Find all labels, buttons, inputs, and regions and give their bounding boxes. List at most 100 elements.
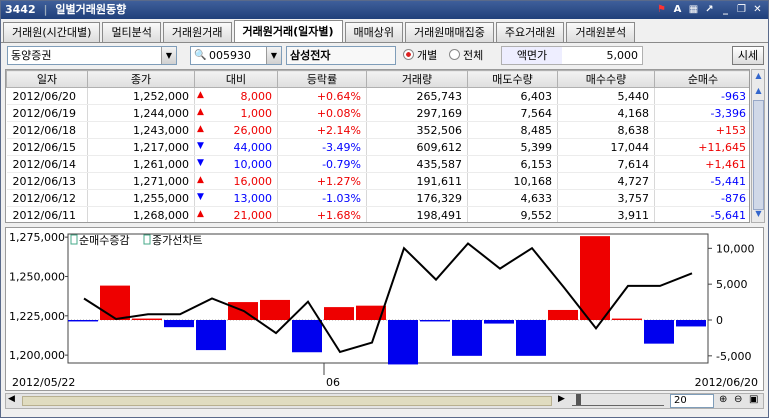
zoom-in-icon[interactable]: ⊕	[719, 394, 727, 405]
legend-swatch-line	[143, 234, 151, 245]
table-row[interactable]: 2012/06/15 1,217,000 ▼ 44,000 -3.49% 609,612 5…	[6, 138, 749, 156]
zoom-fit-icon[interactable]: ▣	[749, 394, 758, 405]
net-buy-bar	[612, 318, 642, 320]
table-row[interactable]: 2012/06/14 1,261,000 ▼ 10,000 -0.79% 435,587 6…	[6, 155, 749, 173]
tab-multi[interactable]: 멀티분석	[102, 22, 161, 42]
cell-volume: 352,506	[366, 121, 468, 139]
chart-svg: 1,275,000 1,250,000 1,225,000 1,200,000 10,0…	[9, 231, 758, 389]
cell-change: ▲ 21,000	[194, 206, 278, 222]
export-icon[interactable]: ▦	[687, 3, 700, 16]
restore-icon[interactable]: ❐	[735, 3, 748, 16]
cell-rate: +2.14%	[277, 121, 367, 139]
down-triangle-icon: ▼	[197, 157, 204, 168]
tab-top[interactable]: 매매상위	[344, 22, 404, 42]
cell-date: 2012/06/11	[6, 206, 88, 222]
table-scrollbar[interactable]: ▲ ▲ ▼	[751, 69, 765, 223]
chevron-down-icon[interactable]: ▼	[266, 47, 281, 64]
link-icon[interactable]: ↗	[703, 3, 716, 16]
stock-code-input[interactable]: 🔍 005930 ▼	[190, 46, 282, 65]
scroll-down-icon[interactable]: ▼	[753, 209, 764, 221]
cell-change: ▲ 8,000	[194, 87, 278, 105]
table-row[interactable]: 2012/06/13 1,271,000 ▲ 16,000 +1.27% 191,611 1…	[6, 172, 749, 190]
close-icon[interactable]: ✕	[751, 3, 764, 16]
cell-rate: -1.03%	[277, 189, 367, 207]
radio-on-icon	[403, 49, 414, 60]
scroll-left-icon[interactable]: ◀	[8, 394, 15, 404]
header-date[interactable]: 일자	[6, 70, 88, 88]
x-month-label: 06	[326, 376, 340, 389]
tab-broker-trade[interactable]: 거래원거래	[162, 22, 232, 42]
tab-broker-daily[interactable]: 거래원거래(일자별)	[233, 20, 343, 42]
cell-buy: 5,440	[557, 87, 655, 105]
net-buy-bar	[580, 236, 610, 320]
right-tick-label: 0	[716, 314, 723, 327]
cell-net: -5,441	[654, 172, 749, 190]
zoom-input[interactable]: 20	[670, 394, 714, 408]
cell-rate: +0.08%	[277, 104, 367, 122]
font-icon[interactable]: A	[671, 3, 684, 16]
table-row[interactable]: 2012/06/18 1,243,000 ▲ 26,000 +2.14% 352,506 8…	[6, 121, 749, 139]
up-triangle-icon: ▲	[197, 208, 204, 219]
scroll-top-icon[interactable]: ▲	[753, 71, 764, 83]
table-row[interactable]: 2012/06/12 1,255,000 ▼ 13,000 -1.03% 176,329 4…	[6, 189, 749, 207]
search-icon[interactable]: 🔍	[194, 47, 206, 64]
market-button[interactable]: 시세	[732, 46, 764, 65]
right-tick-label: 10,000	[716, 242, 755, 255]
cell-volume: 265,743	[366, 87, 468, 105]
face-value-label: 액면가	[502, 47, 562, 64]
cell-change: ▲ 1,000	[194, 104, 278, 122]
broker-select[interactable]: 동양증권 ▼	[7, 46, 177, 65]
right-tick-label: -5,000	[716, 350, 751, 363]
cell-sell: 10,168	[467, 172, 558, 190]
header-net[interactable]: 순매수	[654, 70, 749, 88]
chevron-down-icon[interactable]: ▼	[161, 47, 176, 64]
cell-sell: 6,153	[467, 155, 558, 173]
down-triangle-icon: ▼	[197, 191, 204, 202]
cell-buy: 4,168	[557, 104, 655, 122]
minimize-icon[interactable]: _	[719, 3, 732, 16]
zoom-out-icon[interactable]: ⊖	[734, 394, 742, 405]
cell-date: 2012/06/14	[6, 155, 88, 173]
tab-time[interactable]: 거래원(시간대별)	[3, 22, 101, 42]
stock-name: 삼성전자	[290, 49, 331, 62]
net-buy-bar	[164, 320, 194, 328]
tab-major[interactable]: 주요거래원	[495, 22, 565, 42]
table-row[interactable]: 2012/06/11 1,268,000 ▲ 21,000 +1.68% 198,491 9…	[6, 206, 749, 222]
scroll-track[interactable]	[22, 396, 552, 406]
left-tick-label: 1,275,000	[9, 231, 65, 244]
cell-buy: 3,757	[557, 189, 655, 207]
header-close[interactable]: 종가	[87, 70, 195, 88]
cell-close: 1,252,000	[87, 87, 195, 105]
header-change[interactable]: 대비	[194, 70, 278, 88]
tab-analysis[interactable]: 거래원분석	[566, 22, 636, 42]
scroll-up-icon[interactable]: ▲	[753, 86, 764, 98]
cell-change: ▼ 13,000	[194, 189, 278, 207]
cell-buy: 4,727	[557, 172, 655, 190]
x-start-label: 2012/05/22	[12, 376, 75, 389]
header-sell[interactable]: 매도수량	[467, 70, 558, 88]
header-buy[interactable]: 매수수량	[557, 70, 655, 88]
legend-net-buy: 순매수증감	[79, 234, 130, 247]
net-buy-bar	[676, 320, 706, 327]
radio-all[interactable]: 전체	[449, 48, 483, 63]
chart-scrollbar[interactable]: ◀ ▶ 20 ⊕ ⊖ ▣	[5, 393, 764, 409]
cell-change: ▼ 44,000	[194, 138, 278, 156]
net-buy-bar	[516, 320, 546, 356]
cell-volume: 191,611	[366, 172, 468, 190]
cell-rate: -3.49%	[277, 138, 367, 156]
radio-individual[interactable]: 개별	[403, 48, 437, 63]
header-rate[interactable]: 등락률	[277, 70, 367, 88]
zoom-slider-thumb[interactable]	[576, 394, 581, 405]
header-volume[interactable]: 거래량	[366, 70, 468, 88]
cell-date: 2012/06/18	[6, 121, 88, 139]
table-row[interactable]: 2012/06/19 1,244,000 ▲ 1,000 +0.08% 297,169 7,…	[6, 104, 749, 122]
net-buy-bar	[420, 320, 450, 322]
table-row[interactable]: 2012/06/20 1,252,000 ▲ 8,000 +0.64% 265,743 6,…	[6, 87, 749, 105]
red-flag-icon[interactable]: ⚑	[655, 3, 668, 16]
tab-concentration[interactable]: 거래원매매집중	[405, 22, 494, 42]
scroll-thumb[interactable]	[753, 100, 764, 210]
scroll-right-icon[interactable]: ▶	[558, 394, 565, 404]
cell-change: ▲ 26,000	[194, 121, 278, 139]
zoom-slider[interactable]	[572, 394, 664, 406]
face-value: 5,000	[606, 49, 639, 62]
